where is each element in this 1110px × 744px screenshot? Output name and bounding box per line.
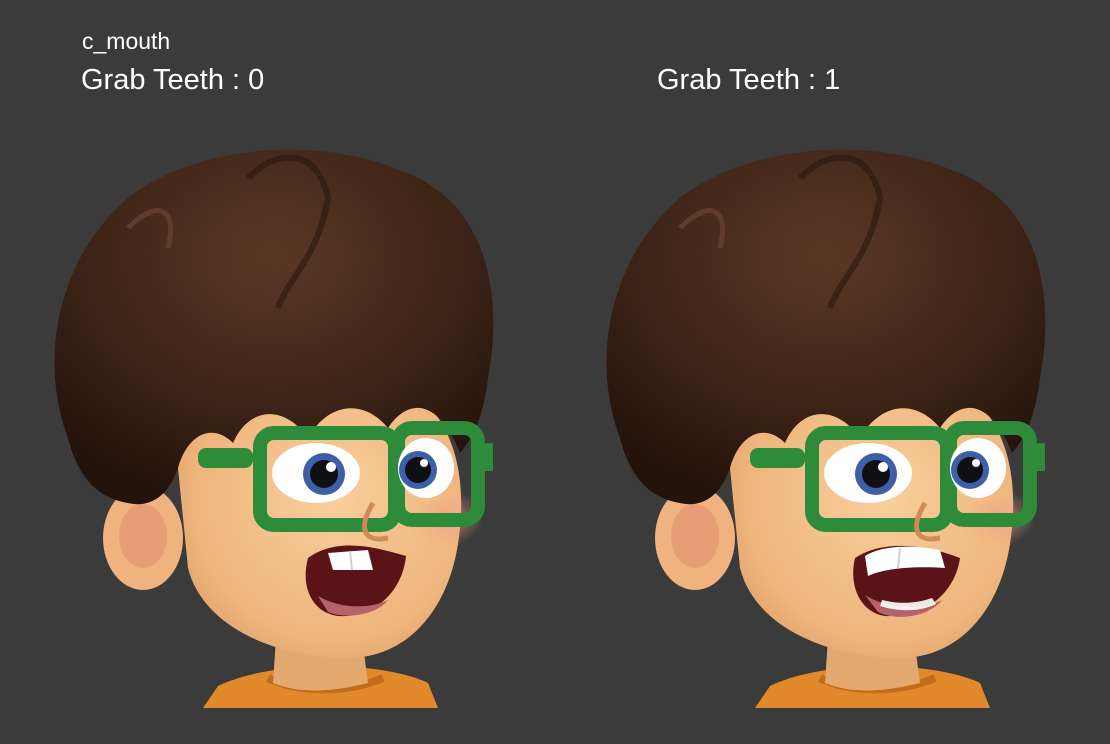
character-head-image — [606, 149, 1046, 708]
control-name-label: c_mouth — [82, 28, 171, 54]
character-head-image — [54, 149, 494, 708]
state-label-right: Grab Teeth : 1 — [657, 64, 841, 96]
viewport: c_mouth Grab Teeth : 0 Grab Teeth : 1 — [0, 0, 1110, 744]
character-render-right — [580, 138, 1050, 713]
character-render-left — [28, 138, 498, 713]
state-label-left: Grab Teeth : 0 — [81, 64, 265, 96]
